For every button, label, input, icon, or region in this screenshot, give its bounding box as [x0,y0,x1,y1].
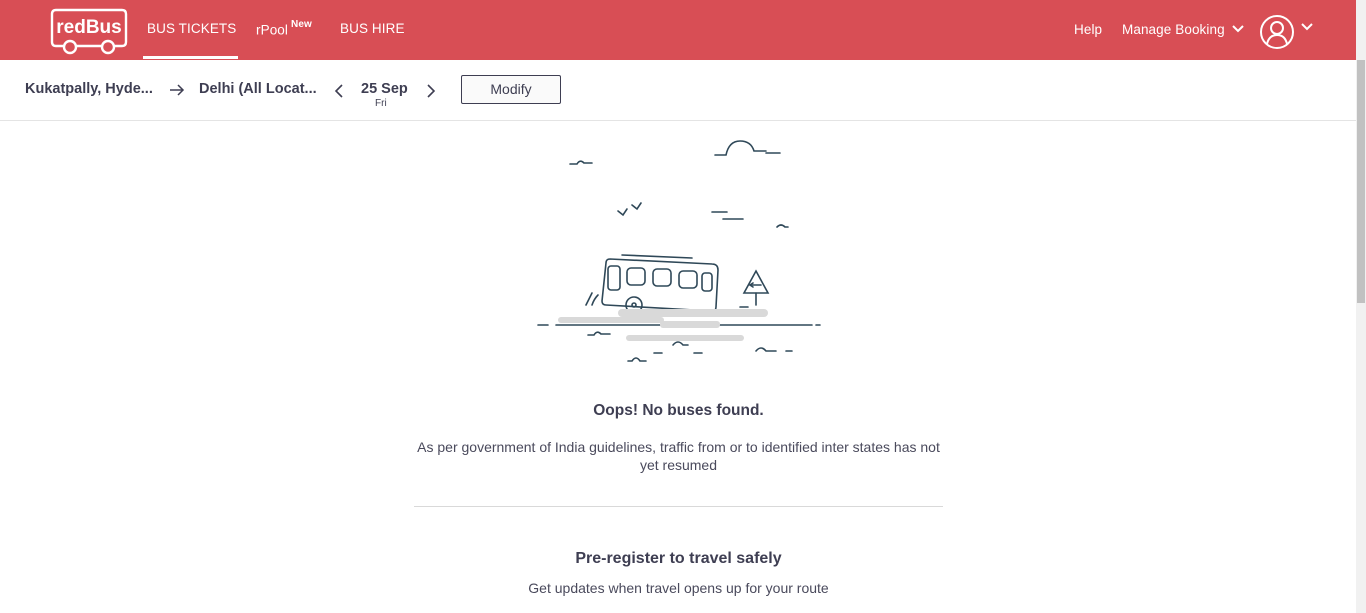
svg-text:redBus: redBus [56,17,121,38]
modify-search-button[interactable]: Modify [461,75,561,104]
journey-day: Fri [375,98,387,109]
no-buses-illustration [530,135,830,370]
nav-rpool-new-badge: New [291,19,312,30]
page-scrollbar-thumb[interactable] [1357,60,1365,303]
chevron-down-icon[interactable] [1231,24,1245,34]
section-divider [414,506,943,507]
user-avatar-icon[interactable] [1259,14,1295,50]
arrow-right-icon [170,84,185,96]
nav-bus-hire[interactable]: BUS HIRE [340,21,405,36]
nav-help[interactable]: Help [1074,22,1102,37]
nav-manage-booking[interactable]: Manage Booking [1122,22,1225,37]
preregister-description: Get updates when travel opens up for you… [528,580,829,596]
no-buses-description: As per government of India guidelines, t… [417,439,940,473]
search-summary-bar: Kukatpally, Hyde... Delhi (All Locat... … [0,60,1356,121]
nav-rpool-label: rPool [256,22,289,38]
no-buses-title: Oops! No buses found. [593,402,764,419]
nav-rpool[interactable]: rPool New [256,19,312,38]
source-city[interactable]: Kukatpally, Hyde... [25,81,153,97]
destination-city[interactable]: Delhi (All Locat... [199,81,317,97]
top-navigation-bar: redBus BUS TICKETS rPool New BUS HIRE Hel… [0,0,1356,60]
journey-date[interactable]: 25 Sep [361,81,408,97]
chevron-down-icon[interactable] [1300,22,1314,32]
preregister-title: Pre-register to travel safely [575,550,782,567]
chevron-right-icon[interactable] [425,83,437,99]
bus-illustration [537,140,821,362]
nav-bus-tickets[interactable]: BUS TICKETS [147,21,236,36]
redbus-logo[interactable]: redBus [50,6,128,56]
chevron-left-icon[interactable] [333,83,345,99]
nav-active-indicator [143,56,238,59]
redbus-logo-icon: redBus [50,8,128,55]
